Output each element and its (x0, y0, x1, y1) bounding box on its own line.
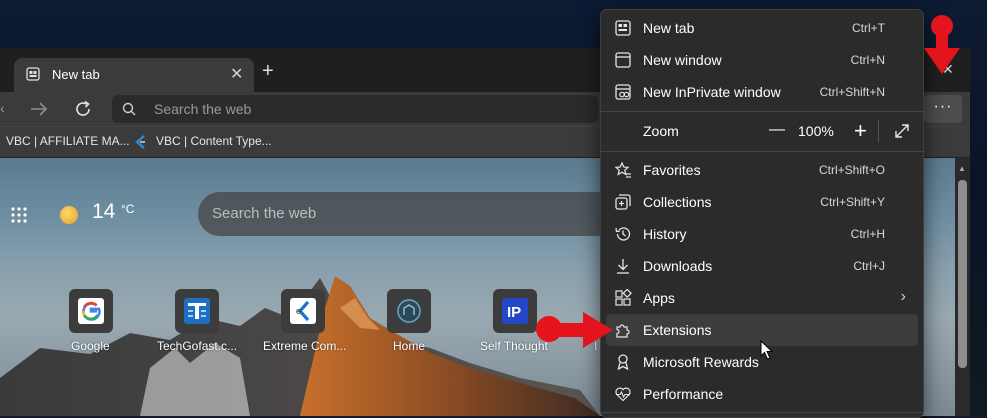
svg-text:e: e (296, 306, 301, 316)
menu-item-shortcut: Ctrl+N (850, 53, 885, 67)
scroll-thumb[interactable] (958, 180, 967, 368)
new-tab-page-icon (26, 67, 40, 81)
menu-item-label: Favorites (643, 162, 701, 178)
reload-icon[interactable] (72, 98, 94, 120)
menu-item-label: New window (643, 52, 722, 68)
star-icon (614, 161, 631, 178)
menu-item-shortcut: Ctrl+T (852, 21, 885, 35)
quick-link-tile[interactable] (387, 289, 431, 333)
menu-item-zoom: Zoom — 100% + (606, 115, 918, 147)
menu-item-new-tab[interactable]: New tab Ctrl+T (606, 12, 918, 44)
extreme-com-logo-icon: e (290, 298, 316, 324)
ntp-search-box[interactable]: Search the web (198, 192, 618, 236)
menu-item-new-window[interactable]: New window Ctrl+N (606, 44, 918, 76)
techgofast-logo-icon (184, 298, 210, 324)
menu-separator (601, 111, 923, 112)
zoom-level: 100% (798, 123, 834, 139)
favicon-icon (135, 134, 145, 149)
ntp-search-placeholder: Search the web (212, 205, 317, 222)
menu-item-performance[interactable]: Performance (606, 378, 918, 410)
menu-item-label: History (643, 226, 687, 242)
quick-link-label: Google (71, 339, 110, 353)
window-icon (615, 52, 631, 68)
weather-temperature[interactable]: 14 (92, 200, 115, 224)
zoom-out-icon[interactable]: — (769, 121, 785, 139)
quick-link-tile[interactable]: IP (493, 289, 537, 333)
menu-item-apps[interactable]: Apps › (606, 282, 918, 314)
address-placeholder: Search the web (154, 101, 252, 117)
quick-link-tile[interactable]: e (281, 289, 325, 333)
tab-new-tab[interactable]: New tab ✕ (14, 58, 254, 92)
menu-item-shortcut: Ctrl+J (853, 259, 885, 273)
menu-item-label: Extensions (643, 322, 712, 338)
tab-title: New tab (52, 67, 100, 82)
svg-text:IP: IP (507, 304, 521, 321)
zoom-divider (878, 120, 879, 142)
menu-separator (601, 151, 923, 152)
search-icon (122, 102, 136, 116)
menu-item-new-inprivate-window[interactable]: New InPrivate window Ctrl+Shift+N (606, 76, 918, 108)
collections-icon (615, 194, 631, 210)
menu-item-collections[interactable]: Collections Ctrl+Shift+Y (606, 186, 918, 218)
menu-item-shortcut: Ctrl+Shift+Y (820, 195, 885, 209)
favorite-item[interactable]: VBC | AFFILIATE MA... (6, 134, 130, 148)
new-tab-plus-icon[interactable]: + (262, 61, 274, 81)
menu-separator (601, 412, 923, 413)
google-logo-icon (78, 298, 104, 324)
ip-logo-icon: IP (502, 298, 528, 324)
menu-item-favorites[interactable]: Favorites Ctrl+Shift+O (606, 154, 918, 186)
menu-item-label: Zoom (643, 123, 679, 139)
address-bar[interactable]: Search the web (112, 95, 598, 123)
quick-link-tile[interactable] (175, 289, 219, 333)
quick-link-tile[interactable] (69, 289, 113, 333)
tab-close-icon[interactable]: ✕ (230, 64, 243, 84)
new-tab-icon (615, 20, 631, 36)
favorite-label: VBC | Content Type... (156, 134, 272, 148)
rewards-icon (617, 354, 629, 371)
menu-item-downloads[interactable]: Downloads Ctrl+J (606, 250, 918, 282)
red-arrow-annotation-down (924, 15, 960, 74)
quick-link-label: Extreme Com... (263, 339, 347, 353)
quick-link-label: Home (393, 339, 426, 353)
menu-item-label: Apps (643, 290, 675, 306)
puzzle-icon (616, 324, 630, 338)
menu-item-label: New InPrivate window (643, 84, 781, 100)
scroll-up-icon[interactable]: ▲ (958, 164, 966, 173)
apps-grid-icon[interactable] (10, 206, 28, 224)
menu-item-shortcut: Ctrl+Shift+N (819, 85, 885, 99)
weather-unit: °C (121, 202, 135, 216)
zoom-in-icon[interactable]: + (854, 118, 867, 144)
menu-item-shortcut: Ctrl+Shift+O (818, 163, 885, 177)
chevron-right-icon: › (900, 288, 906, 305)
menu-item-shortcut: Ctrl+H (850, 227, 885, 241)
quick-link-label: TechGofast.c... (157, 339, 238, 353)
history-icon (615, 227, 631, 241)
menu-item-label: Collections (643, 194, 712, 210)
menu-item-label: Performance (643, 386, 724, 402)
menu-item-history[interactable]: History Ctrl+H (606, 218, 918, 250)
home-site-logo-icon (396, 298, 422, 324)
forward-arrow-icon[interactable] (28, 99, 50, 119)
performance-icon (615, 387, 631, 402)
menu-item-label: Microsoft Rewards (643, 354, 759, 370)
mouse-pointer-icon (760, 340, 774, 360)
back-icon[interactable]: ‹ (0, 100, 6, 116)
favorite-item[interactable]: VBC | Content Type... (134, 134, 272, 149)
sun-icon[interactable] (60, 206, 78, 224)
fullscreen-icon[interactable] (893, 122, 911, 140)
download-icon (617, 259, 629, 274)
apps-icon (615, 289, 632, 306)
inprivate-icon (615, 84, 631, 100)
menu-item-label: New tab (643, 20, 695, 36)
page-scrollbar[interactable]: ▲ (955, 158, 970, 416)
settings-more-button[interactable]: ··· (924, 95, 962, 123)
red-arrow-annotation-right (536, 312, 613, 348)
menu-item-label: Downloads (643, 258, 713, 274)
